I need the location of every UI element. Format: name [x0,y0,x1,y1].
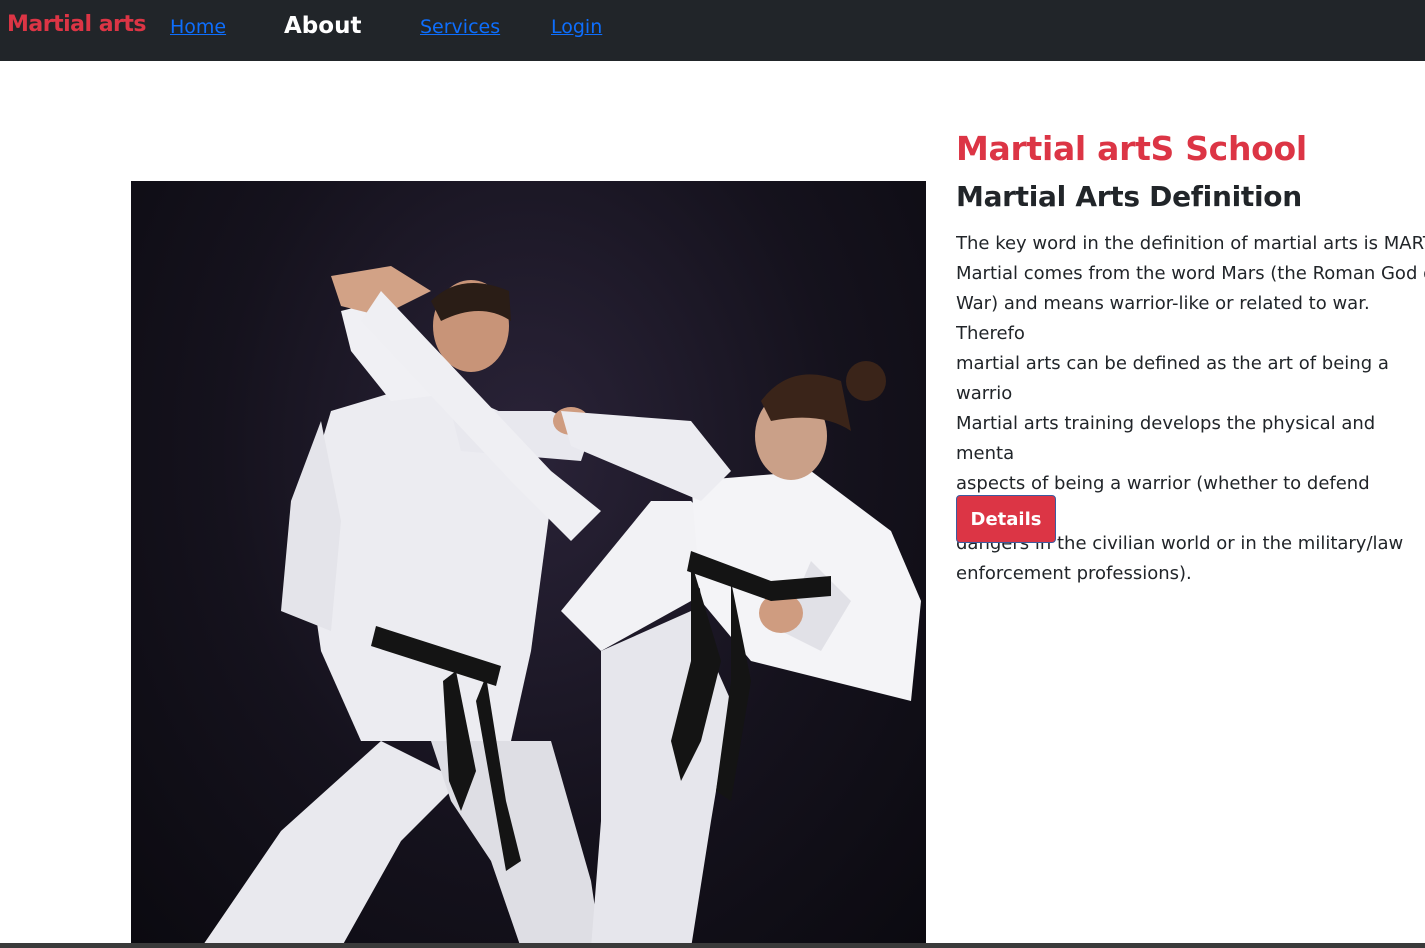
definition-line: Martial comes from the word Mars (the Ro… [956,263,1425,284]
horizontal-scrollbar[interactable] [0,943,1425,948]
karate-sparring-illustration [201,266,921,948]
nav-link-login[interactable]: Login [551,16,602,38]
definition-line: martial arts can be defined as the art o… [956,353,1389,404]
definition-line: The key word in the definition of martia… [956,233,1425,254]
details-button[interactable]: Details [956,495,1056,543]
top-navbar: Martial arts Home About Services Login [0,0,1425,61]
nav-link-about[interactable]: About [284,13,361,39]
definition-line: War) and means warrior-like or related t… [956,293,1370,344]
brand-logo[interactable]: Martial arts [7,12,147,37]
school-title: Martial artS School [956,129,1307,168]
man-figure [201,280,601,948]
definition-line: enforcement professions). [956,563,1192,584]
karate-hero-image [131,181,926,948]
nav-link-services[interactable]: Services [420,16,500,38]
definition-line: Martial arts training develops the physi… [956,413,1376,464]
definition-heading: Martial Arts Definition [956,180,1302,213]
nav-link-home[interactable]: Home [170,16,226,38]
